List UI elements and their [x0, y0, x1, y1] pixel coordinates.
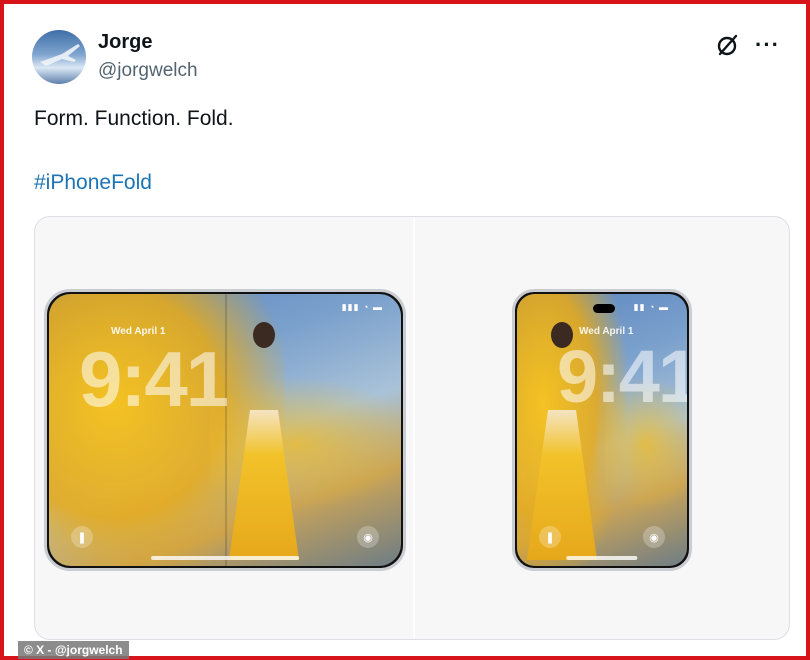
- phone-unfolded-image[interactable]: ▮▮▮ ◔ ▬ Wed April 1 9:41 ❚ ◉: [44, 289, 406, 571]
- flashlight-icon: ❚: [539, 526, 561, 548]
- lock-time: 9:41: [79, 335, 229, 423]
- grok-icon[interactable]: [715, 32, 741, 58]
- image-credit: © X - @jorgwelch: [18, 641, 129, 659]
- lock-time: 9:41: [557, 335, 687, 418]
- fabric-shape: [209, 375, 401, 512]
- airplane-photo-icon: [40, 44, 80, 66]
- flashlight-icon: ❚: [71, 526, 93, 548]
- hashtag-link[interactable]: #iPhoneFold: [34, 171, 152, 195]
- top-actions: ···: [715, 32, 780, 58]
- home-indicator: [566, 556, 638, 560]
- media-divider: [413, 217, 415, 639]
- status-icons: ▮▮ ◔ ▬: [633, 302, 669, 312]
- lock-screen: ▮▮▮ ◔ ▬ Wed April 1 9:41 ❚ ◉: [49, 294, 401, 566]
- status-icons: ▮▮▮ ◔ ▬: [341, 302, 383, 312]
- phone-folded-image[interactable]: ▮▮ ◔ ▬ Wed April 1 9:41 ❚ ◉: [512, 289, 692, 571]
- media-card[interactable]: ▮▮▮ ◔ ▬ Wed April 1 9:41 ❚ ◉ ▮▮ ◔ ▬ Wed …: [34, 216, 790, 640]
- lock-screen: ▮▮ ◔ ▬ Wed April 1 9:41 ❚ ◉: [517, 294, 687, 566]
- camera-icon: ◉: [643, 526, 665, 548]
- dynamic-island: [593, 304, 615, 313]
- author-name[interactable]: Jorge: [98, 31, 152, 54]
- model-head: [253, 322, 275, 348]
- home-indicator: [151, 556, 299, 560]
- more-options-icon[interactable]: ···: [755, 32, 780, 58]
- avatar[interactable]: [32, 30, 86, 84]
- camera-icon: ◉: [357, 526, 379, 548]
- tweet-text: Form. Function. Fold.: [34, 107, 234, 130]
- author-handle[interactable]: @jorgwelch: [98, 60, 198, 82]
- tweet-card: Jorge @jorgwelch ··· Form. Function. Fol…: [0, 0, 810, 660]
